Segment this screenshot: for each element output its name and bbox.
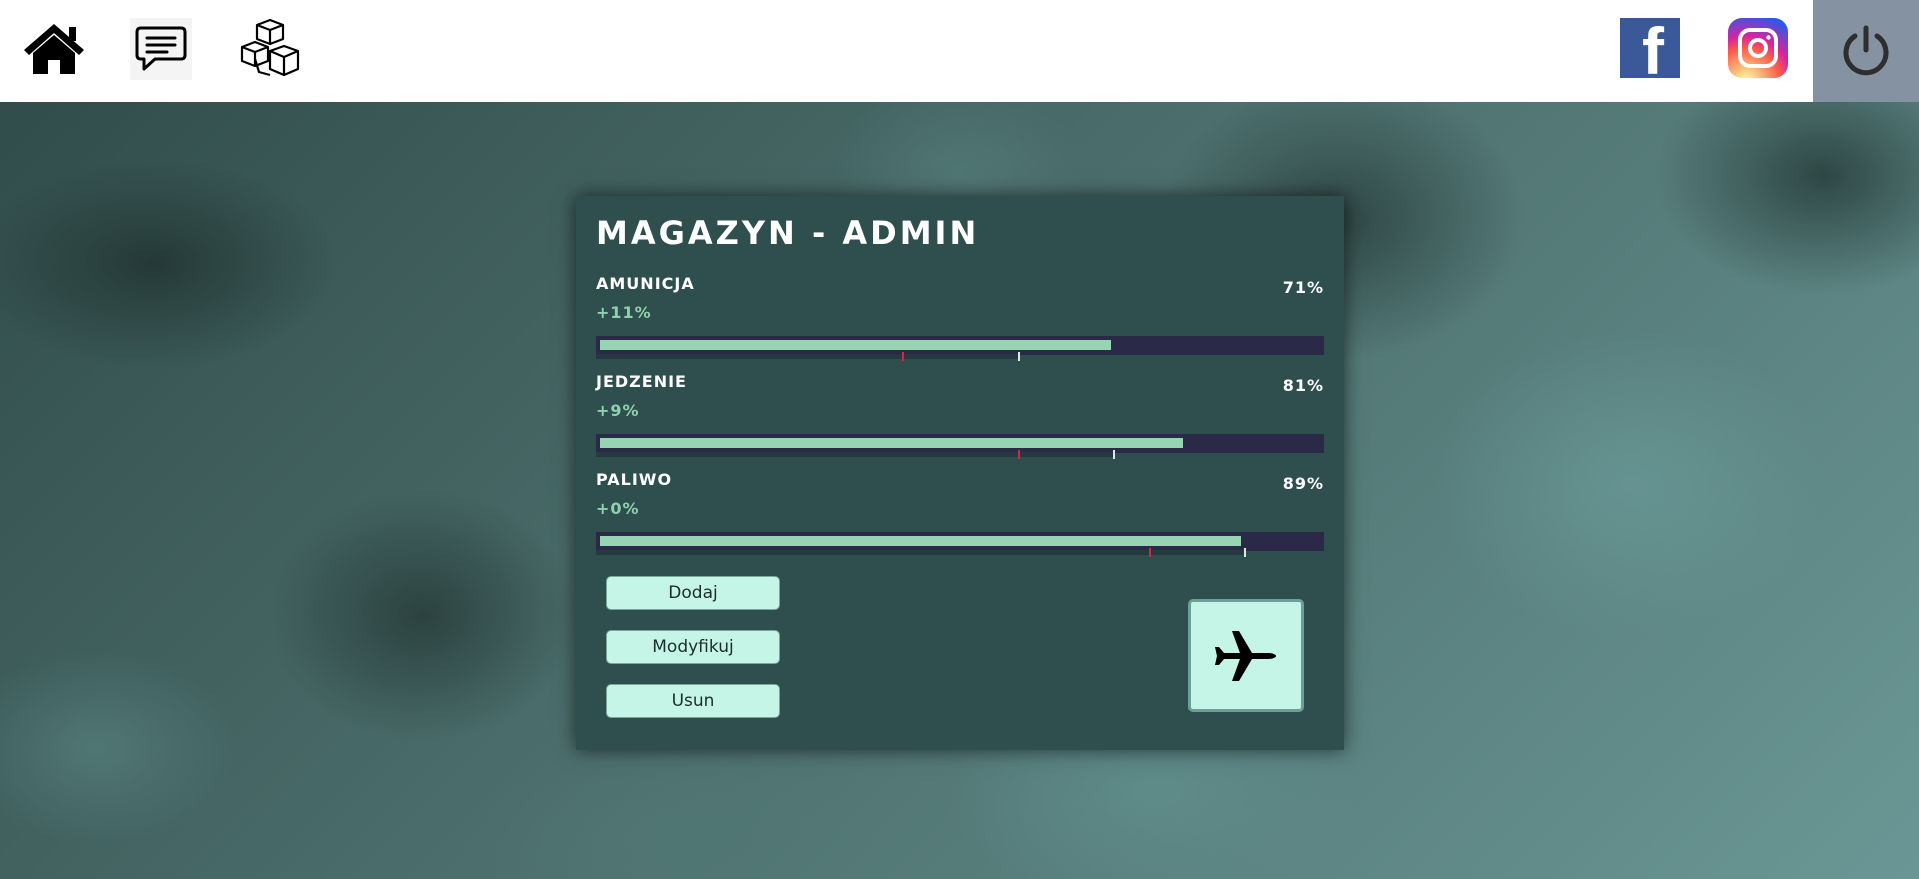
stat-name: JEDZENIE bbox=[596, 372, 687, 391]
stat-percent: 71% bbox=[1282, 278, 1324, 297]
stat-name: AMUNICJA bbox=[596, 274, 695, 293]
airplane-icon bbox=[1215, 630, 1276, 681]
stat-fuel: PALIWO +0% 89% bbox=[596, 470, 1324, 568]
instagram-icon[interactable] bbox=[1728, 18, 1788, 78]
delete-button[interactable]: Usun bbox=[606, 684, 780, 718]
page-title: MAGAZYN - ADMIN bbox=[596, 214, 980, 252]
stat-food: JEDZENIE +9% 81% bbox=[596, 372, 1324, 470]
progress-fill bbox=[600, 536, 1241, 546]
white-marker bbox=[1113, 450, 1115, 459]
warehouse-panel: MAGAZYN - ADMIN AMUNICJA +11% 71% JEDZEN… bbox=[576, 196, 1344, 750]
stat-percent: 89% bbox=[1282, 474, 1324, 493]
progress-sub-bar bbox=[596, 452, 1113, 457]
power-button[interactable] bbox=[1813, 0, 1919, 102]
progress-track bbox=[596, 336, 1324, 355]
progress-track bbox=[596, 434, 1324, 453]
stat-change: +9% bbox=[596, 401, 640, 420]
stat-ammunition: AMUNICJA +11% 71% bbox=[596, 274, 1324, 372]
progress-sub-bar bbox=[596, 550, 1244, 555]
power-icon bbox=[1843, 25, 1889, 76]
progress-sub-bar bbox=[596, 354, 1018, 359]
red-marker bbox=[1018, 450, 1020, 459]
facebook-glyph: f bbox=[1642, 18, 1664, 78]
stat-name: PALIWO bbox=[596, 470, 673, 489]
facebook-icon[interactable]: f bbox=[1620, 18, 1680, 78]
add-button[interactable]: Dodaj bbox=[606, 576, 780, 610]
red-marker bbox=[1149, 548, 1151, 557]
white-marker bbox=[1244, 548, 1246, 557]
chat-icon[interactable] bbox=[130, 18, 192, 80]
progress-fill bbox=[600, 340, 1111, 350]
top-navigation-bar: f bbox=[0, 0, 1919, 102]
progress-track bbox=[596, 532, 1324, 551]
boxes-icon[interactable] bbox=[238, 16, 302, 80]
red-marker bbox=[902, 352, 904, 361]
stat-change: +11% bbox=[596, 303, 652, 322]
white-marker bbox=[1018, 352, 1020, 361]
home-icon[interactable] bbox=[22, 16, 86, 80]
airplane-button[interactable] bbox=[1188, 599, 1304, 712]
progress-fill bbox=[600, 438, 1183, 448]
modify-button[interactable]: Modyfikuj bbox=[606, 630, 780, 664]
stat-percent: 81% bbox=[1282, 376, 1324, 395]
stat-change: +0% bbox=[596, 499, 640, 518]
